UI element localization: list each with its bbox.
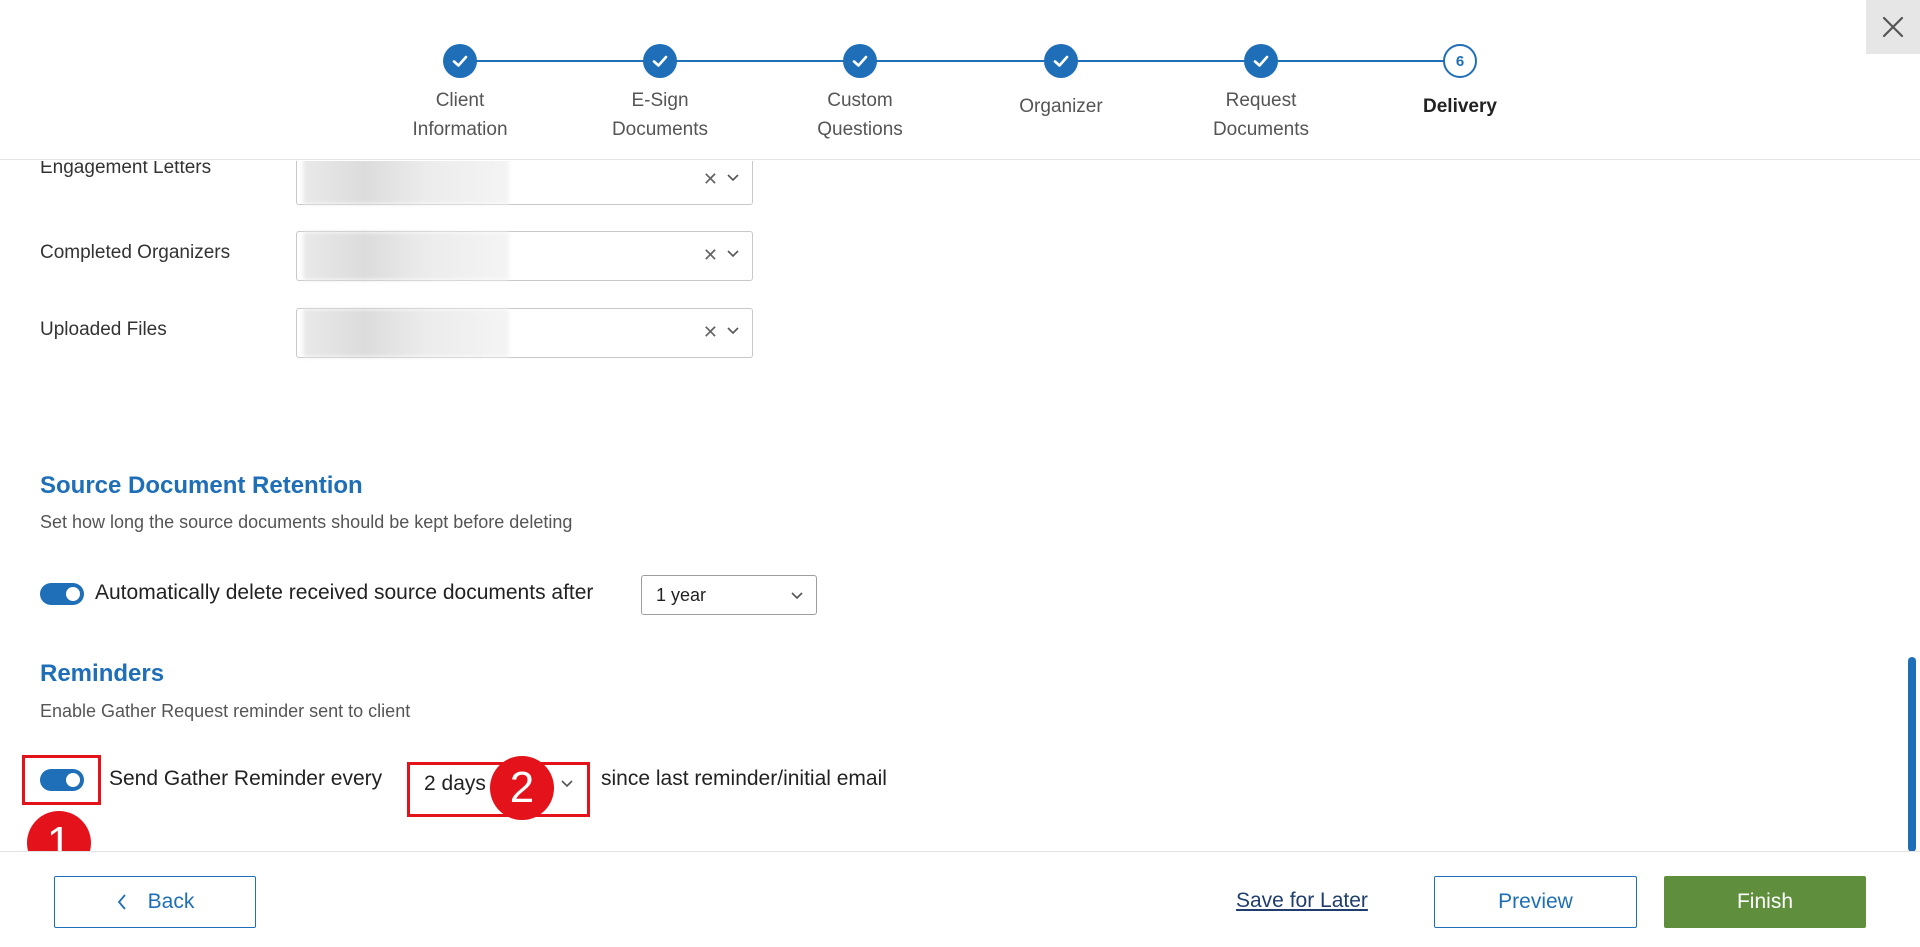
save-for-later-link[interactable]: Save for Later	[1236, 889, 1368, 913]
step-label: Client Information	[412, 90, 508, 140]
retention-period-select[interactable]: 1 year	[641, 575, 817, 615]
delivery-content: Engagement Letters ✕ Completed Organizer…	[0, 161, 1920, 851]
step-label: Custom Questions	[817, 90, 903, 140]
reminder-toggle-label: Send Gather Reminder every	[109, 767, 383, 790]
finish-button[interactable]: Finish	[1664, 876, 1866, 928]
retention-period-value: 1 year	[656, 585, 707, 605]
chevron-down-icon[interactable]	[726, 170, 740, 184]
check-icon	[443, 44, 477, 78]
reminder-suffix: since last reminder/initial email	[601, 767, 887, 790]
clear-icon[interactable]: ✕	[703, 322, 718, 343]
uploaded-files-select[interactable]: ✕	[296, 308, 753, 358]
step-label: E-Sign Documents	[611, 90, 709, 140]
reminders-subtitle: Enable Gather Request reminder sent to c…	[40, 701, 411, 721]
annotation-highlight-1	[22, 755, 101, 805]
chevron-left-icon	[116, 893, 128, 911]
step-e-sign-documents[interactable]: E-Sign Documents	[560, 44, 760, 144]
check-icon	[1244, 44, 1278, 78]
step-request-documents[interactable]: Request Documents	[1161, 44, 1361, 144]
clear-icon[interactable]: ✕	[703, 245, 718, 266]
step-client-information[interactable]: Client Information	[360, 44, 560, 144]
uploaded-files-label: Uploaded Files	[40, 319, 167, 340]
chevron-down-icon[interactable]	[726, 323, 740, 337]
step-number: 6	[1443, 44, 1477, 78]
close-icon	[1882, 16, 1904, 38]
step-label: Delivery	[1423, 96, 1497, 117]
back-button[interactable]: Back	[54, 876, 256, 928]
engagement-letters-select[interactable]: ✕	[296, 161, 753, 205]
retention-toggle[interactable]	[40, 583, 84, 605]
check-icon	[643, 44, 677, 78]
wizard-stepper: Client Information E-Sign Documents Cust…	[0, 0, 1920, 160]
annotation-badge-2: 2	[490, 756, 554, 820]
completed-organizers-label: Completed Organizers	[40, 242, 231, 263]
back-label: Back	[147, 890, 195, 913]
retention-subtitle: Set how long the source documents should…	[40, 512, 573, 532]
check-icon	[1044, 44, 1078, 78]
scrollbar-thumb[interactable]	[1908, 657, 1916, 852]
redacted-value	[303, 309, 509, 357]
content-scrollbar[interactable]	[1908, 162, 1916, 852]
chevron-down-icon[interactable]	[726, 246, 740, 260]
engagement-letters-label: Engagement Letters	[40, 161, 212, 178]
redacted-value	[303, 232, 509, 280]
wizard-footer: Back Save for Later Preview Finish	[0, 851, 1920, 947]
annotation-badge-1: 1	[27, 811, 91, 851]
preview-button[interactable]: Preview	[1434, 876, 1637, 928]
toggle-knob	[66, 587, 80, 601]
step-delivery[interactable]: 6 Delivery	[1360, 44, 1560, 121]
redacted-value	[303, 161, 509, 204]
clear-icon[interactable]: ✕	[703, 169, 718, 190]
completed-organizers-select[interactable]: ✕	[296, 231, 753, 281]
step-label: Organizer	[1019, 96, 1103, 117]
reminders-title: Reminders	[40, 660, 165, 687]
step-organizer[interactable]: Organizer	[961, 44, 1161, 121]
retention-title: Source Document Retention	[40, 472, 363, 499]
check-icon	[843, 44, 877, 78]
chevron-down-icon	[791, 592, 803, 600]
close-button[interactable]	[1866, 0, 1920, 54]
step-label: Request Documents	[1212, 90, 1310, 140]
retention-toggle-label: Automatically delete received source doc…	[95, 581, 594, 604]
step-custom-questions[interactable]: Custom Questions	[760, 44, 960, 144]
